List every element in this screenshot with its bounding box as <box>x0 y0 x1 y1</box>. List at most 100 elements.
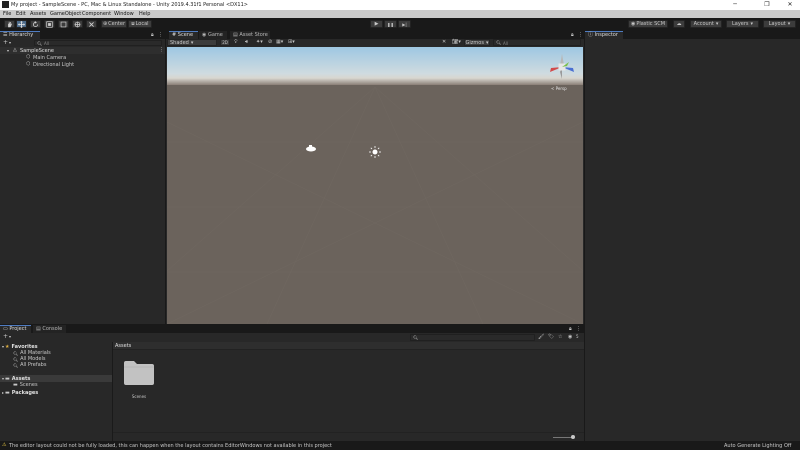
plastic-scm-button[interactable]: ◉ Plastic SCM <box>628 20 668 28</box>
console-tab-label: Console <box>42 326 63 332</box>
tab-scene[interactable]: # Scene <box>169 31 198 39</box>
menu-gameobject[interactable]: GameObject <box>50 11 81 17</box>
cloud-button[interactable]: ☁ <box>673 20 685 28</box>
hierarchy-item-directional-light[interactable]: ⬡ Directional Light <box>0 61 165 68</box>
favorite-item-all-prefabs[interactable]: 🔍︎ All Prefabs <box>13 362 46 368</box>
tab-game[interactable]: ◉ Game <box>199 31 227 39</box>
pivot-center-toggle[interactable]: ⊕ Center <box>101 20 127 28</box>
tree-item-scenes[interactable]: ▬ Scenes <box>13 382 38 388</box>
tree-item-label: Scenes <box>19 382 38 388</box>
grid-toggle-icon[interactable]: ▦▾ <box>276 39 283 45</box>
pivot-space-toggle[interactable]: ⧈ Local <box>128 20 152 28</box>
icon-size-slider-track[interactable] <box>553 437 573 438</box>
tree-item-assets[interactable]: ▾ ▬ Assets <box>0 375 112 382</box>
custom-tool-icon[interactable] <box>86 20 97 28</box>
gizmos-dropdown[interactable]: Gizmos <box>464 39 490 46</box>
play-button[interactable]: ▶ <box>370 20 383 28</box>
lock-icon[interactable]: 🔒︎ <box>569 326 572 332</box>
hierarchy-search-input[interactable]: 🔍︎ All <box>34 40 162 46</box>
account-dropdown[interactable]: Account <box>690 20 722 28</box>
search-icon: 🔍︎ <box>496 40 502 45</box>
scene-row[interactable]: ▾ ◬ SampleScene ⋮ <box>0 47 165 54</box>
tab-hierarchy[interactable]: ☰ Hierarchy <box>0 31 40 39</box>
space-label: Local <box>135 21 149 27</box>
scene-menu-icon[interactable]: ⋮ <box>159 47 164 53</box>
hierarchy-add-button[interactable]: + <box>3 40 8 46</box>
menu-edit[interactable]: Edit <box>16 11 26 17</box>
folder-icon <box>124 361 154 385</box>
pause-button[interactable]: ❚❚ <box>384 20 397 28</box>
tab-project[interactable]: ▭ Project <box>0 325 31 333</box>
asset-item-scenes[interactable]: Scenes <box>121 358 157 402</box>
project-tabbar: ▭ Project ▤ Console 🔒︎ ⋮ <box>0 325 584 333</box>
plastic-scm-icon: ◉ <box>630 21 636 27</box>
move-tool-icon[interactable] <box>16 20 27 28</box>
hidden-objects-icon[interactable]: ⊘ <box>268 39 272 45</box>
menu-window[interactable]: Window <box>114 11 134 17</box>
camera-settings-icon[interactable]: 📷︎▾ <box>452 39 461 45</box>
search-by-label-icon[interactable]: 🏷︎ <box>548 334 554 340</box>
expand-arrow-icon[interactable]: ▾ <box>2 344 4 349</box>
lighting-toggle-icon[interactable]: 💡︎ <box>234 39 238 45</box>
scene-viewport[interactable]: < Persp <box>167 47 583 324</box>
warning-icon: ⚠ <box>2 442 7 448</box>
rect-tool-icon[interactable] <box>58 20 69 28</box>
maximize-button[interactable]: ❐ <box>757 0 777 10</box>
effects-dropdown-icon[interactable]: ✦▾ <box>256 39 263 45</box>
tree-item-packages[interactable]: ▸ ▬ Packages <box>2 389 38 396</box>
hierarchy-item-main-camera[interactable]: ⬡ Main Camera <box>0 54 165 61</box>
favorites-row[interactable]: ▾ ★ Favorites <box>2 343 38 350</box>
shading-mode-dropdown[interactable]: Shaded <box>167 39 217 46</box>
orientation-gizmo-icon[interactable] <box>547 52 577 82</box>
tab-console[interactable]: ▤ Console <box>33 325 66 333</box>
tab-asset-store[interactable]: ▤ Asset Store <box>230 31 270 39</box>
minimize-button[interactable]: ─ <box>725 0 745 10</box>
menu-assets[interactable]: Assets <box>30 11 46 17</box>
search-icon: 🔍︎ <box>13 350 19 356</box>
hidden-packages-icon[interactable]: ◉ <box>568 334 572 340</box>
favorite-search-icon[interactable]: ☆ <box>558 334 562 340</box>
audio-toggle-icon[interactable]: 🔊︎ <box>245 39 248 45</box>
layers-dropdown[interactable]: Layers <box>726 20 759 28</box>
project-add-button[interactable]: + <box>3 334 8 340</box>
step-button[interactable]: ▶| <box>398 20 411 28</box>
breadcrumb-assets[interactable]: Assets <box>115 343 131 349</box>
menu-component[interactable]: Component <box>82 11 111 17</box>
scene-search-input[interactable]: 🔍︎ All <box>493 39 581 46</box>
panel-menu-icon[interactable]: ⋮ <box>158 32 163 38</box>
folder-icon: ▬ <box>5 389 10 396</box>
light-gizmo-icon[interactable] <box>369 146 381 158</box>
layout-dropdown[interactable]: Layout <box>763 20 796 28</box>
lock-icon[interactable]: 🔒︎ <box>571 32 574 38</box>
plastic-scm-label: Plastic SCM <box>636 21 666 27</box>
transform-tool-icon[interactable] <box>72 20 83 28</box>
close-button[interactable]: ✕ <box>780 0 800 10</box>
lock-icon[interactable]: 🔒︎ <box>151 32 154 38</box>
icon-size-slider-handle[interactable] <box>571 435 575 439</box>
panel-menu-icon[interactable]: ⋮ <box>576 326 581 332</box>
tab-inspector[interactable]: ⓘ Inspector <box>585 31 623 39</box>
panel-menu-icon[interactable]: ⋮ <box>578 32 583 38</box>
snap-toggle-icon[interactable]: ⊞▾ <box>288 39 295 45</box>
asset-item-label: Scenes <box>131 394 147 399</box>
menu-file[interactable]: File <box>3 11 11 17</box>
add-dropdown-icon[interactable]: ▾ <box>9 334 11 339</box>
auto-generate-lighting-status[interactable]: Auto Generate Lighting Off <box>724 443 791 449</box>
persp-label[interactable]: < Persp <box>551 86 567 91</box>
expand-arrow-icon[interactable]: ▾ <box>7 48 9 53</box>
project-search-input[interactable]: 🔍︎ <box>410 334 535 341</box>
menu-help[interactable]: Help <box>139 11 150 17</box>
expand-arrow-icon[interactable]: ▾ <box>2 376 4 381</box>
camera-gizmo-icon[interactable] <box>305 144 317 152</box>
scale-tool-icon[interactable] <box>44 20 55 28</box>
scene-tabbar: # Scene ◉ Game ▤ Asset Store 🔒︎ ⋮ <box>166 31 584 39</box>
pause-icon: ❚❚ <box>387 21 394 27</box>
2d-toggle[interactable]: 2D <box>220 39 230 46</box>
status-message[interactable]: The editor layout could not be fully loa… <box>9 443 332 449</box>
search-by-type-icon[interactable]: 🖌︎ <box>538 334 544 340</box>
add-dropdown-icon[interactable]: ▾ <box>9 40 11 45</box>
tools-icon[interactable]: ✕ <box>442 39 446 45</box>
rotate-tool-icon[interactable] <box>30 20 41 28</box>
collapse-arrow-icon[interactable]: ▸ <box>2 390 4 395</box>
hand-tool-icon[interactable] <box>4 20 15 28</box>
